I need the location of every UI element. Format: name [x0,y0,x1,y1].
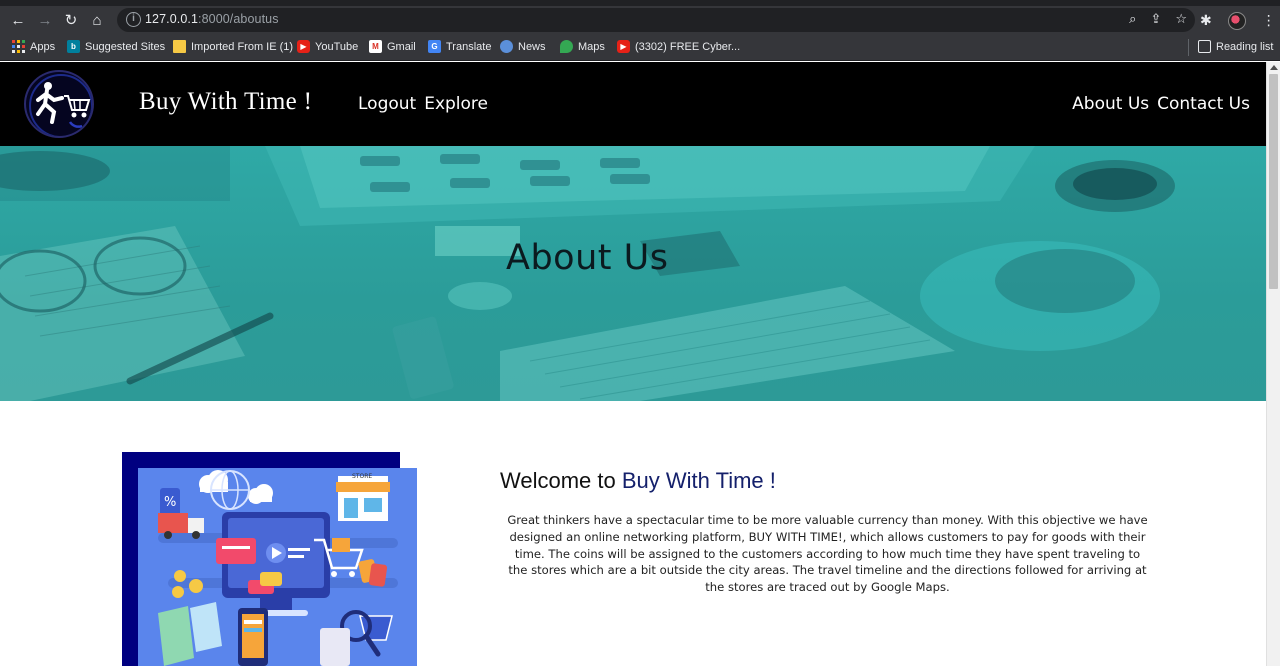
news-icon [500,40,513,53]
bookmark-imported-from-ie[interactable]: Imported From IE (1) [173,40,293,53]
bookmark-youtube[interactable]: ▶ YouTube [297,40,358,53]
bookmarks-divider [1188,39,1189,56]
back-icon[interactable]: ← [9,12,27,30]
bookmark-translate[interactable]: G Translate [428,40,491,53]
youtube-icon: ▶ [297,40,310,53]
hero-title: About Us [506,238,669,278]
hero-banner: About Us [0,146,1266,401]
page-scrollbar[interactable] [1266,62,1280,666]
site-header: Buy With Time ! Logout Explore About Us … [0,62,1266,146]
home-icon[interactable]: ⌂ [88,12,106,30]
nav-explore[interactable]: Explore [424,94,488,114]
bookmark-label: Gmail [387,40,416,53]
site-logo[interactable] [24,70,94,138]
browser-toolbar: ← → ↻ ⌂ i 127.0.0.1:8000/aboutus ⌕ ⇪ ☆ ✱… [0,6,1280,34]
bookmark-star-icon[interactable]: ☆ [1175,11,1187,27]
folder-icon [173,40,186,53]
url-host: 127.0.0.1 [145,12,199,26]
share-icon[interactable]: ⇪ [1150,11,1161,27]
reload-icon[interactable]: ↻ [62,12,80,30]
bookmark-label: YouTube [315,40,359,53]
menu-kebab-icon[interactable]: ⋮ [1262,12,1276,30]
welcome-prefix: Welcome to [500,468,622,493]
bookmark-maps[interactable]: Maps [560,40,605,53]
forward-icon[interactable]: → [36,12,54,30]
bookmark-suggested-sites[interactable]: b Suggested Sites [67,40,165,53]
svg-text:%: % [164,495,176,510]
online-shopping-illustration-icon: % STORE [138,468,417,666]
youtube-icon: ▶ [617,40,630,53]
bookmark-label: Apps [30,40,56,53]
url-text[interactable]: 127.0.0.1:8000/aboutus [145,12,279,26]
reading-list-label: Reading list [1216,40,1274,53]
gmail-icon: M [369,40,382,53]
site-brand-title[interactable]: Buy With Time ! [139,88,312,116]
welcome-heading: Welcome to Buy With Time ! [500,468,776,494]
url-path: :8000/aboutus [198,12,279,26]
site-info-icon[interactable]: i [126,12,141,27]
zoom-icon[interactable]: ⌕ [1129,11,1136,27]
bing-icon: b [67,40,80,53]
bookmark-label: Imported From IE (1) [191,40,294,53]
nav-left: Logout Explore [358,94,488,114]
apps-grid-icon [12,40,25,53]
bookmark-apps[interactable]: Apps [12,40,55,53]
maps-icon [560,40,573,53]
shopper-cart-logo-icon [29,74,92,136]
scroll-up-arrow-icon[interactable] [1270,65,1278,70]
translate-icon: G [428,40,441,53]
bookmark-label: Maps [578,40,605,53]
scroll-thumb[interactable] [1269,74,1278,289]
extensions-icon[interactable]: ✱ [1200,12,1212,30]
nav-logout[interactable]: Logout [358,94,416,114]
bookmark-label: Suggested Sites [85,40,166,53]
nav-right: About Us Contact Us [1072,94,1250,114]
welcome-brand: Buy With Time ! [621,468,776,493]
store-sign: STORE [352,473,372,480]
bookmark-label: Translate [446,40,492,53]
bookmark-label: (3302) FREE Cyber... [635,40,741,53]
bookmark-news[interactable]: News [500,40,546,53]
bookmark-free-cyber[interactable]: ▶ (3302) FREE Cyber... [617,40,740,53]
ecommerce-illustration: % STORE [138,468,417,666]
nav-contact-us[interactable]: Contact Us [1157,94,1250,114]
bookmark-gmail[interactable]: M Gmail [369,40,416,53]
profile-avatar[interactable] [1227,12,1246,30]
nav-about-us[interactable]: About Us [1072,94,1149,114]
bookmarks-bar: Apps b Suggested Sites Imported From IE … [0,34,1280,61]
address-bar[interactable]: i 127.0.0.1:8000/aboutus ⌕ ⇪ ☆ [117,8,1195,32]
about-description: Great thinkers have a spectacular time t… [507,513,1148,595]
bookmark-label: News [518,40,546,53]
reading-list-button[interactable]: Reading list [1198,40,1273,53]
reading-list-icon [1198,40,1211,53]
